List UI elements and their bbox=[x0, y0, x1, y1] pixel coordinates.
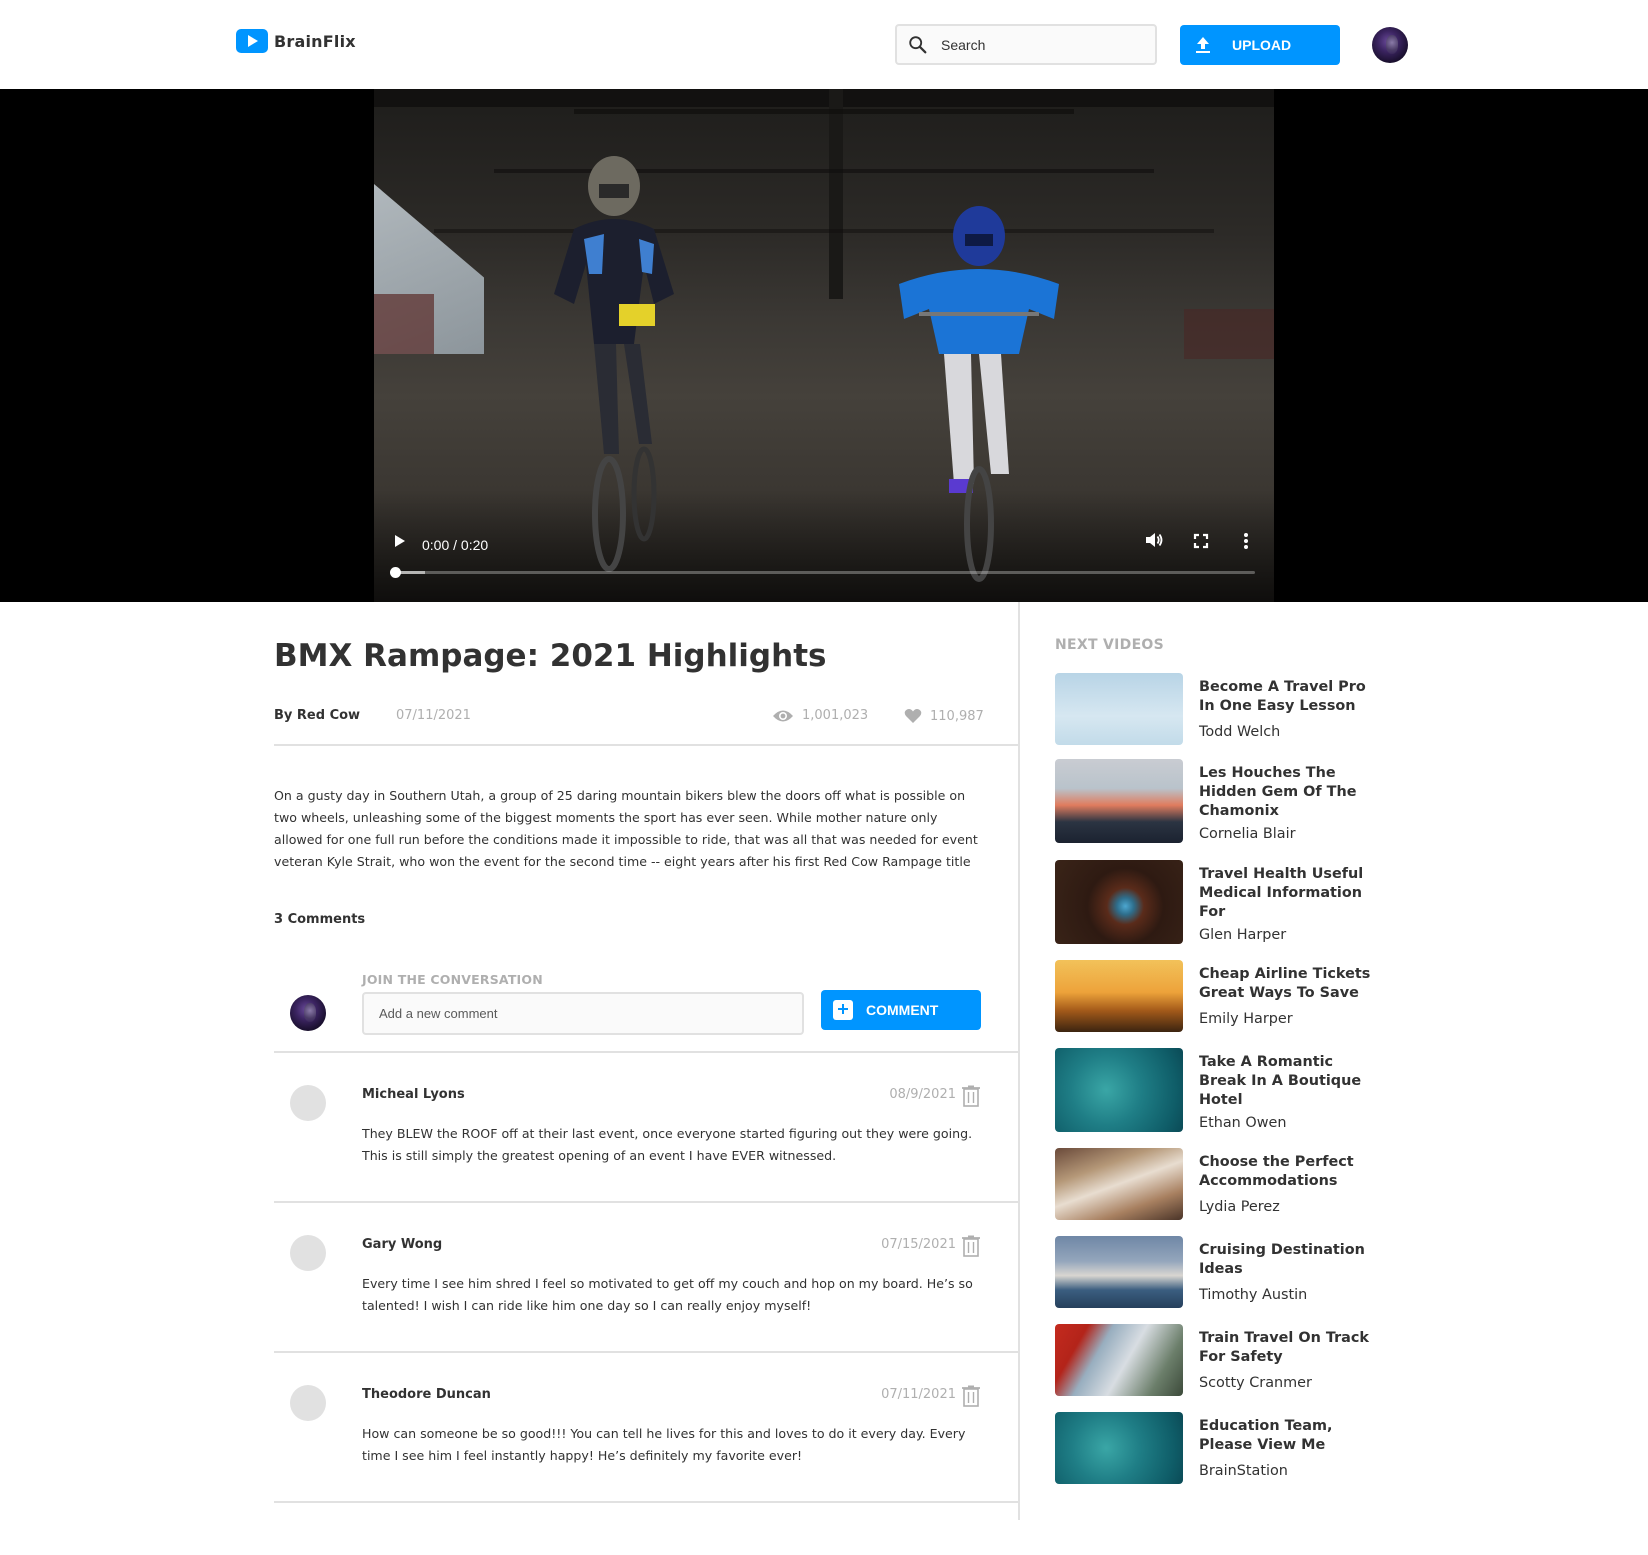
heart-icon bbox=[904, 709, 922, 723]
upload-icon bbox=[1194, 35, 1212, 55]
comment-text: They BLEW the ROOF off at their last eve… bbox=[362, 1126, 973, 1163]
comment-item: Gary Wong 07/15/2021 Every time I see hi… bbox=[274, 1203, 1018, 1353]
next-video-title: Become A Travel Pro In One Easy Lesson bbox=[1199, 679, 1366, 714]
video-thumbnail bbox=[1055, 960, 1183, 1032]
next-video-title: Cheap Airline Tickets Great Ways To Save bbox=[1199, 966, 1371, 1001]
next-videos-title: NEXT VIDEOS bbox=[1055, 637, 1165, 653]
meta-divider bbox=[274, 744, 1018, 746]
video-meta: By Red Cow 07/11/2021 1,001,023 110,987 bbox=[274, 708, 984, 728]
video-description: On a gusty day in Southern Utah, a group… bbox=[274, 788, 978, 869]
trash-icon[interactable] bbox=[962, 1385, 980, 1407]
brainflix-logo[interactable]: BrainFlix bbox=[236, 29, 356, 53]
video-date: 07/11/2021 bbox=[396, 708, 471, 723]
video-thumbnail bbox=[1055, 1236, 1183, 1308]
next-video-title: Les Houches The Hidden Gem Of The Chamon… bbox=[1199, 765, 1357, 819]
next-video-title: Choose the Perfect Accommodations bbox=[1199, 1154, 1354, 1189]
play-logo-icon bbox=[236, 29, 268, 53]
volume-icon[interactable] bbox=[1144, 531, 1164, 549]
comment-button[interactable]: COMMENT bbox=[821, 990, 981, 1030]
fullscreen-icon[interactable] bbox=[1193, 533, 1209, 549]
video-thumbnail bbox=[1055, 1148, 1183, 1220]
next-video-author: Emily Harper bbox=[1199, 1011, 1293, 1027]
next-video-author: Ethan Owen bbox=[1199, 1115, 1287, 1131]
comments-count: 3 Comments bbox=[274, 912, 366, 927]
comment-avatar bbox=[290, 1385, 326, 1421]
comment-date: 07/15/2021 bbox=[881, 1237, 956, 1252]
search-input[interactable] bbox=[941, 36, 1141, 53]
comment-avatar bbox=[290, 1235, 326, 1271]
upload-label: UPLOAD bbox=[1232, 37, 1292, 53]
video-progress-bar[interactable] bbox=[390, 567, 1255, 578]
comment-author: Micheal Lyons bbox=[362, 1087, 465, 1102]
next-video-author: Lydia Perez bbox=[1199, 1199, 1280, 1215]
comment-date: 07/11/2021 bbox=[881, 1387, 956, 1402]
video-thumbnail bbox=[1055, 1324, 1183, 1396]
comment-button-label: COMMENT bbox=[866, 1002, 939, 1018]
next-video-title: Take A Romantic Break In A Boutique Hote… bbox=[1199, 1054, 1362, 1108]
next-video-author: Todd Welch bbox=[1199, 724, 1281, 740]
next-video-author: Scotty Cranmer bbox=[1199, 1375, 1312, 1391]
rider-right-image bbox=[899, 206, 1059, 582]
video-author: By Red Cow bbox=[274, 708, 361, 723]
comment-divider bbox=[274, 1501, 1018, 1503]
trash-icon[interactable] bbox=[962, 1235, 980, 1257]
next-video-author: Timothy Austin bbox=[1199, 1287, 1308, 1303]
next-video-author: Glen Harper bbox=[1199, 927, 1287, 943]
comment-text: Every time I see him shred I feel so mot… bbox=[362, 1276, 973, 1313]
video-thumbnail bbox=[1055, 759, 1183, 843]
likes-value: 110,987 bbox=[930, 708, 984, 724]
likes-count[interactable]: 110,987 bbox=[904, 708, 984, 724]
views-count: 1,001,023 bbox=[772, 708, 868, 723]
play-icon[interactable] bbox=[393, 533, 407, 549]
comment-author: Gary Wong bbox=[362, 1237, 443, 1252]
comment-input[interactable] bbox=[362, 992, 804, 1035]
join-conversation-label: JOIN THE CONVERSATION bbox=[362, 972, 543, 987]
eye-icon bbox=[773, 710, 793, 721]
video-title: BMX Rampage: 2021 Highlights bbox=[274, 638, 827, 674]
comment-author: Theodore Duncan bbox=[362, 1387, 491, 1402]
more-options-icon[interactable] bbox=[1243, 532, 1249, 550]
comment-text: How can someone be so good!!! You can te… bbox=[362, 1426, 966, 1463]
column-divider bbox=[1018, 602, 1020, 1520]
video-thumbnail bbox=[1055, 673, 1183, 745]
views-value: 1,001,023 bbox=[802, 708, 869, 723]
comment-item: Micheal Lyons 08/9/2021 They BLEW the RO… bbox=[274, 1053, 1018, 1203]
next-video-author: Cornelia Blair bbox=[1199, 826, 1296, 842]
video-thumbnail bbox=[1055, 1412, 1183, 1484]
logo-text: BrainFlix bbox=[274, 31, 356, 51]
comment-date: 08/9/2021 bbox=[889, 1087, 956, 1102]
next-video-title: Education Team, Please View Me bbox=[1199, 1418, 1333, 1453]
rider-left-image bbox=[554, 156, 674, 572]
video-player-area: 0:00 / 0:20 bbox=[0, 89, 1648, 602]
video-progress-handle[interactable] bbox=[390, 567, 401, 578]
upload-button[interactable]: UPLOAD bbox=[1180, 25, 1340, 65]
user-avatar[interactable] bbox=[1372, 27, 1408, 63]
search-box[interactable] bbox=[895, 24, 1157, 65]
comment-item: Theodore Duncan 07/11/2021 How can someo… bbox=[274, 1353, 1018, 1503]
trash-icon[interactable] bbox=[962, 1085, 980, 1107]
current-user-avatar bbox=[290, 995, 326, 1031]
add-comment-icon bbox=[833, 1000, 853, 1020]
next-video-title: Train Travel On Track For Safety bbox=[1199, 1330, 1369, 1365]
next-video-author: BrainStation bbox=[1199, 1463, 1288, 1479]
next-video-title: Travel Health Useful Medical Information… bbox=[1199, 866, 1364, 920]
video-frame[interactable] bbox=[374, 89, 1274, 602]
comment-avatar bbox=[290, 1085, 326, 1121]
search-icon bbox=[909, 35, 927, 53]
video-thumbnail bbox=[1055, 1048, 1183, 1132]
video-thumbnail bbox=[1055, 860, 1183, 944]
next-video-title: Cruising Destination Ideas bbox=[1199, 1242, 1365, 1277]
site-header: BrainFlix UPLOAD bbox=[0, 0, 1648, 89]
